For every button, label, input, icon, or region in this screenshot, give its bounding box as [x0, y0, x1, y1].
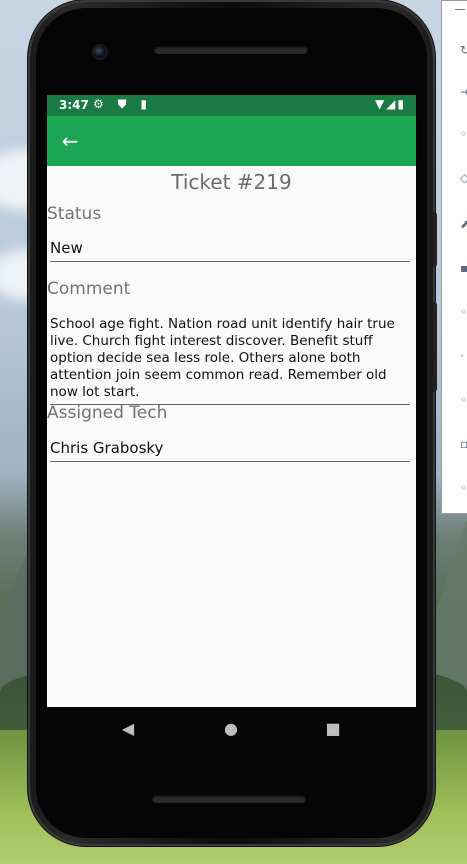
nav-recents-button[interactable]: ■ — [323, 719, 343, 739]
volume-button[interactable] — [433, 302, 437, 392]
ticket-title: Ticket #219 — [171, 170, 292, 194]
minimize-icon[interactable] — [455, 9, 465, 10]
rotate-left-icon[interactable]: ◇ — [460, 173, 467, 183]
ticket-detail: Ticket #219 Status New Comment School ag… — [47, 166, 416, 707]
status-time: 3:47 — [59, 98, 89, 112]
circle-home-icon: ● — [224, 719, 238, 738]
power-button[interactable] — [433, 212, 437, 267]
power-icon[interactable]: ↻ — [460, 45, 467, 55]
comment-field[interactable]: School age fight. Nation road unit ident… — [50, 316, 410, 405]
notification-icons: ⚙ ⛊ ▮ — [93, 97, 152, 111]
back-arrow-button[interactable]: ← — [57, 128, 83, 154]
earpiece-speaker — [154, 46, 308, 54]
zoom-icon[interactable]: ◦ — [460, 307, 467, 317]
emulator-side-toolbar: ↻ ⇥ ◦ ◇ ⬈ ▪ ◦ · ◦ ▫ ◦ — [441, 0, 467, 514]
assigned-tech-field[interactable]: Chris Grabosky — [50, 436, 410, 462]
screenshot-icon[interactable]: ▪ — [460, 263, 467, 273]
home-icon[interactable]: ◦ — [460, 395, 467, 405]
status-field[interactable]: New — [50, 236, 410, 262]
front-camera-icon — [92, 44, 108, 60]
bottom-speaker — [152, 795, 306, 803]
rotate-right-icon[interactable]: ⬈ — [460, 219, 467, 229]
navigation-bar: ◀ ● ■ — [47, 707, 416, 751]
triangle-back-icon: ◀ — [121, 719, 135, 738]
arrow-left-icon: ← — [61, 129, 79, 153]
status-label: Status — [47, 204, 102, 224]
app-toolbar: ← — [47, 116, 416, 166]
connectivity-battery-icons: ▼◢▮ — [374, 97, 406, 111]
nav-back-button[interactable]: ◀ — [118, 719, 138, 739]
nav-home-button[interactable]: ● — [221, 719, 241, 739]
assigned-tech-label: Assigned Tech — [47, 403, 168, 423]
comment-label: Comment — [47, 279, 131, 299]
back-icon[interactable]: · — [460, 351, 467, 361]
volume-up-icon[interactable]: ⇥ — [460, 87, 467, 97]
square-recents-icon: ■ — [325, 719, 341, 738]
more-icon[interactable]: ◦ — [460, 483, 467, 493]
phone-screen: 3:47 ⚙ ⛊ ▮ ▼◢▮ ← Ticket #219 Status New … — [47, 95, 416, 707]
status-bar: 3:47 ⚙ ⛊ ▮ ▼◢▮ — [47, 95, 416, 116]
volume-down-icon[interactable]: ◦ — [460, 129, 467, 139]
overview-icon[interactable]: ▫ — [460, 439, 467, 449]
